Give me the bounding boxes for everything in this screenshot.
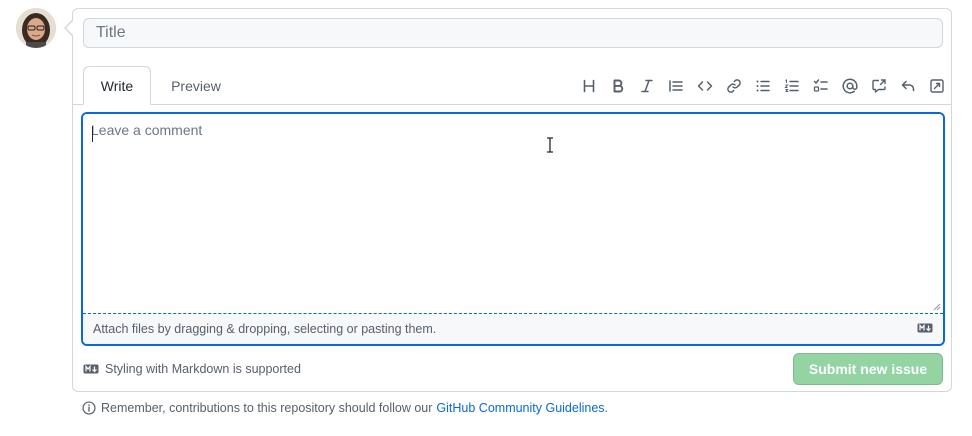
community-guidelines-link[interactable]: GitHub Community Guidelines xyxy=(436,401,604,415)
code-icon[interactable] xyxy=(690,75,719,97)
bold-icon[interactable] xyxy=(603,75,632,97)
title-input[interactable] xyxy=(83,18,943,48)
submit-new-issue-button[interactable]: Submit new issue xyxy=(793,353,943,385)
mention-icon[interactable] xyxy=(835,75,864,97)
italic-icon[interactable] xyxy=(632,75,661,97)
markdown-toolbar xyxy=(574,75,951,97)
guidelines-text: Remember, contributions to this reposito… xyxy=(101,401,433,415)
contribution-guidelines-note: Remember, contributions to this reposito… xyxy=(82,401,608,415)
cross-reference-icon[interactable] xyxy=(864,75,893,97)
markdown-icon xyxy=(83,364,99,374)
link-icon[interactable] xyxy=(719,75,748,97)
numbered-list-icon[interactable] xyxy=(777,75,806,97)
markdown-icon[interactable] xyxy=(917,323,933,333)
task-list-icon[interactable] xyxy=(806,75,835,97)
ibeam-cursor-icon xyxy=(547,137,553,153)
heading-icon[interactable] xyxy=(574,75,603,97)
tab-write[interactable]: Write xyxy=(83,66,151,105)
comment-textarea[interactable] xyxy=(83,114,943,313)
reply-icon[interactable] xyxy=(893,75,922,97)
bulleted-list-icon[interactable] xyxy=(748,75,777,97)
resize-handle-icon[interactable] xyxy=(933,303,941,311)
quote-icon[interactable] xyxy=(661,75,690,97)
comment-editor: Attach files by dragging & dropping, sel… xyxy=(81,112,945,346)
attach-files-text: Attach files by dragging & dropping, sel… xyxy=(93,322,437,336)
guidelines-suffix: . xyxy=(604,401,609,415)
info-icon xyxy=(82,401,96,415)
tab-preview[interactable]: Preview xyxy=(161,66,231,105)
file-attachment-bar[interactable]: Attach files by dragging & dropping, sel… xyxy=(83,313,943,344)
text-caret xyxy=(92,126,93,142)
avatar-image xyxy=(16,8,56,48)
comment-box-pointer-fill xyxy=(66,21,73,35)
avatar[interactable] xyxy=(16,8,56,48)
markdown-support-text: Styling with Markdown is supported xyxy=(105,362,301,376)
new-issue-form: Write Preview xyxy=(72,8,952,392)
markdown-support-note[interactable]: Styling with Markdown is supported xyxy=(83,362,301,376)
fullscreen-icon[interactable] xyxy=(922,75,951,97)
